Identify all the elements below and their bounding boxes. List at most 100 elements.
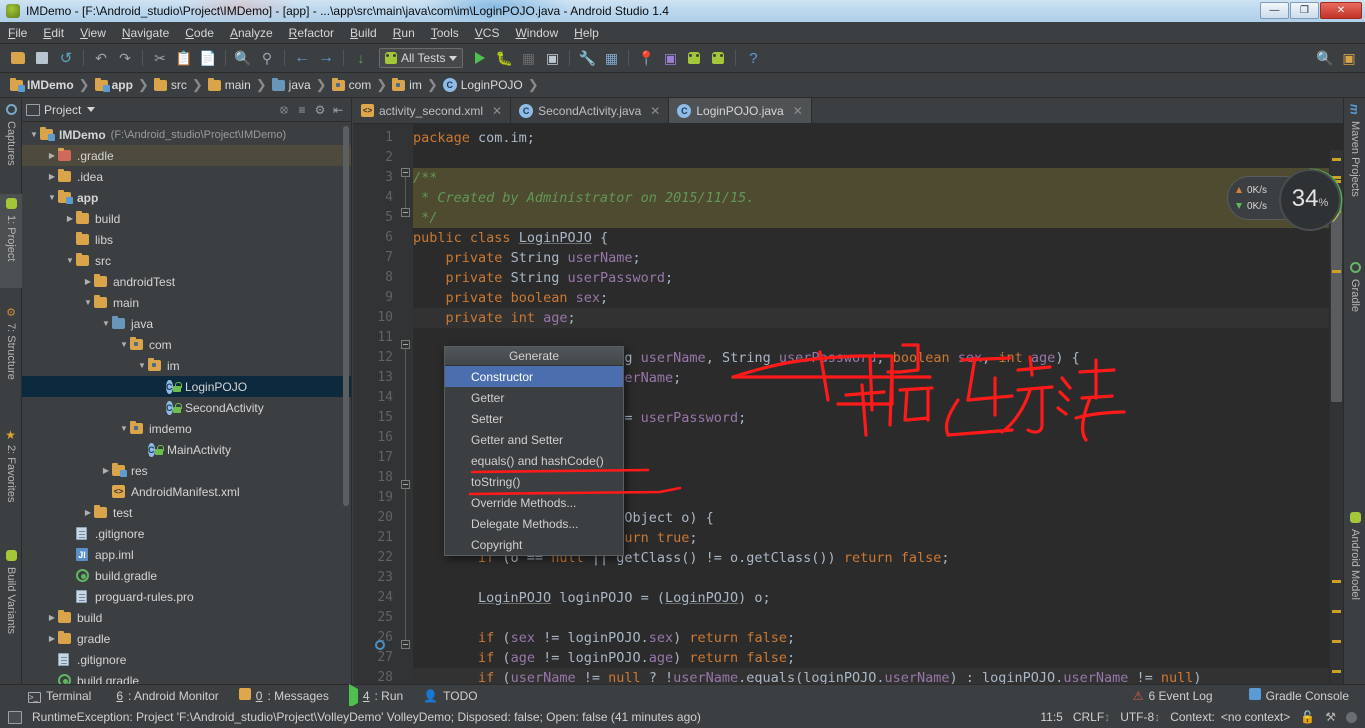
menu-item-edit[interactable]: Edit <box>35 24 72 42</box>
bottom-tab-terminal[interactable]: >_ Terminal <box>28 689 91 703</box>
override-method-gutter-icon[interactable] <box>375 640 389 654</box>
back-icon[interactable]: ← <box>290 47 314 69</box>
sort-icon[interactable]: ↓ <box>349 47 373 69</box>
paste-icon[interactable]: 📄 <box>196 47 220 69</box>
avd-manager-icon[interactable]: ▣ <box>658 47 682 69</box>
context-value[interactable]: <no context> <box>1221 710 1290 724</box>
tree-expand-arrow-icon[interactable]: ▼ <box>100 319 112 328</box>
tree-node-gitignore[interactable]: .gitignore <box>22 649 351 670</box>
fold-marker-icon[interactable] <box>401 640 410 649</box>
left-tool-tab-project[interactable]: 1: Project <box>0 194 22 288</box>
bottom-tab-messages[interactable]: 0: Messages <box>238 688 329 703</box>
error-stripe-marker[interactable] <box>1332 670 1341 673</box>
bottom-tab-run[interactable]: 4: Run <box>348 683 403 708</box>
left-tool-tab-structure[interactable]: ⚙ 7: Structure <box>0 302 22 410</box>
breadcrumb-item-imdemo[interactable]: IMDemo <box>6 77 78 92</box>
minimize-button[interactable]: — <box>1260 2 1289 19</box>
file-encoding[interactable]: UTF-8↕ <box>1120 710 1160 724</box>
left-tool-tab-captures[interactable]: Captures <box>0 100 22 180</box>
tree-expand-arrow-icon[interactable]: ▼ <box>136 361 148 370</box>
tree-node-androidtest[interactable]: ▶ androidTest <box>22 271 351 292</box>
android-icon[interactable] <box>706 47 730 69</box>
generate-item-getter[interactable]: Getter <box>445 387 623 408</box>
fold-marker-icon[interactable] <box>401 208 410 217</box>
collapse-all-icon[interactable]: ≡ <box>293 101 311 119</box>
chevron-down-icon[interactable] <box>87 107 96 112</box>
project-tree-scrollbar[interactable] <box>343 126 349 506</box>
menu-item-run[interactable]: Run <box>385 24 423 42</box>
tree-node-secondactivity[interactable]: C SecondActivity <box>22 397 351 418</box>
copy-icon[interactable]: 📋 <box>172 47 196 69</box>
tree-expand-arrow-icon[interactable]: ▶ <box>46 172 58 181</box>
cpu-usage-widget[interactable]: 34 % <box>1279 169 1341 231</box>
error-stripe-marker[interactable] <box>1332 640 1341 643</box>
tree-node-app[interactable]: ▼ app <box>22 187 351 208</box>
error-stripe-marker[interactable] <box>1332 270 1341 273</box>
tree-node-im[interactable]: ▼ im <box>22 355 351 376</box>
generate-item-constructor[interactable]: Constructor <box>445 366 623 387</box>
tree-node-proguard-rules-pro[interactable]: proguard-rules.pro <box>22 586 351 607</box>
bottom-tab-android-monitor[interactable]: 6: Android Monitor <box>111 689 218 703</box>
caret-position[interactable]: 11:5 <box>1040 710 1062 724</box>
menu-item-file[interactable]: File <box>0 24 35 42</box>
tree-node-gradle[interactable]: ▶ gradle <box>22 628 351 649</box>
run-icon[interactable] <box>468 47 492 69</box>
tree-node-src[interactable]: ▼ src <box>22 250 351 271</box>
close-button[interactable]: ✕ <box>1320 2 1362 19</box>
menu-item-build[interactable]: Build <box>342 24 385 42</box>
close-icon[interactable]: ✕ <box>793 104 803 118</box>
tree-expand-arrow-icon[interactable]: ▶ <box>64 214 76 223</box>
project-structure-icon[interactable]: ▦ <box>599 47 623 69</box>
breadcrumb-item-app[interactable]: app <box>91 77 137 92</box>
debug-icon[interactable]: 🐛 <box>492 47 516 69</box>
forward-icon[interactable]: → <box>314 47 338 69</box>
tree-node-app-iml[interactable]: JI app.iml <box>22 544 351 565</box>
error-stripe-marker[interactable] <box>1332 580 1341 583</box>
breadcrumb-item-loginpojo[interactable]: C LoginPOJO <box>439 78 527 92</box>
generate-item-getter-and-setter[interactable]: Getter and Setter <box>445 429 623 450</box>
tree-node-build-gradle[interactable]: build.gradle <box>22 670 351 684</box>
menu-item-window[interactable]: Window <box>507 24 566 42</box>
background-tasks-icon[interactable] <box>1346 711 1357 723</box>
editor-tab-secondactivity-java[interactable]: C SecondActivity.java ✕ <box>511 98 670 123</box>
left-tool-tab-favorites[interactable]: ★ 2: Favorites <box>0 424 22 532</box>
generate-item-override-methods[interactable]: Override Methods... <box>445 492 623 513</box>
tree-node-libs[interactable]: libs <box>22 229 351 250</box>
breadcrumb-item-com[interactable]: com <box>328 77 376 92</box>
layout-editor-icon[interactable]: ▣ <box>1337 47 1361 69</box>
tree-expand-arrow-icon[interactable]: ▼ <box>28 130 40 139</box>
search-everywhere-icon[interactable]: 🔍 <box>1313 47 1337 69</box>
tree-expand-arrow-icon[interactable]: ▼ <box>82 298 94 307</box>
tree-expand-arrow-icon[interactable]: ▼ <box>118 424 130 433</box>
tree-node-build[interactable]: ▶ build <box>22 607 351 628</box>
fold-marker-icon[interactable] <box>401 340 410 349</box>
close-icon[interactable]: ✕ <box>492 104 502 118</box>
maximize-button[interactable]: ❐ <box>1290 2 1319 19</box>
code-folding-gutter[interactable] <box>399 124 413 684</box>
line-separator[interactable]: CRLF↕ <box>1073 710 1110 724</box>
inspections-icon[interactable]: ⚒ <box>1325 710 1336 724</box>
help-icon[interactable]: ? <box>741 47 765 69</box>
breadcrumb-item-main[interactable]: main <box>204 77 255 92</box>
breadcrumb-item-im[interactable]: im <box>388 77 426 92</box>
menu-item-analyze[interactable]: Analyze <box>222 24 281 42</box>
tree-expand-arrow-icon[interactable]: ▼ <box>64 256 76 265</box>
error-stripe-marker[interactable] <box>1332 610 1341 613</box>
menu-item-help[interactable]: Help <box>566 24 607 42</box>
right-tool-tab-android-model[interactable]: Android Model <box>1344 508 1365 625</box>
left-tool-tab-build-variants[interactable]: Build Variants <box>0 546 22 668</box>
find-icon[interactable]: 🔍 <box>231 47 255 69</box>
sync-icon[interactable]: ↺ <box>54 47 78 69</box>
tree-node-res[interactable]: ▶ res <box>22 460 351 481</box>
generate-item-delegate-methods[interactable]: Delegate Methods... <box>445 513 623 534</box>
tree-node-loginpojo[interactable]: C LoginPOJO <box>22 376 351 397</box>
tree-expand-arrow-icon[interactable]: ▼ <box>118 340 130 349</box>
tree-node-com[interactable]: ▼ com <box>22 334 351 355</box>
tree-node-mainactivity[interactable]: C MainActivity <box>22 439 351 460</box>
tree-expand-arrow-icon[interactable]: ▶ <box>46 151 58 160</box>
editor-tab-activity-second-xml[interactable]: <> activity_second.xml ✕ <box>353 98 512 123</box>
breadcrumb-item-java[interactable]: java <box>268 77 315 92</box>
tree-expand-arrow-icon[interactable]: ▶ <box>46 613 58 622</box>
hide-panel-icon[interactable]: ⇤ <box>329 101 347 119</box>
generate-item-equals-and-hashcode[interactable]: equals() and hashCode() <box>445 450 623 471</box>
